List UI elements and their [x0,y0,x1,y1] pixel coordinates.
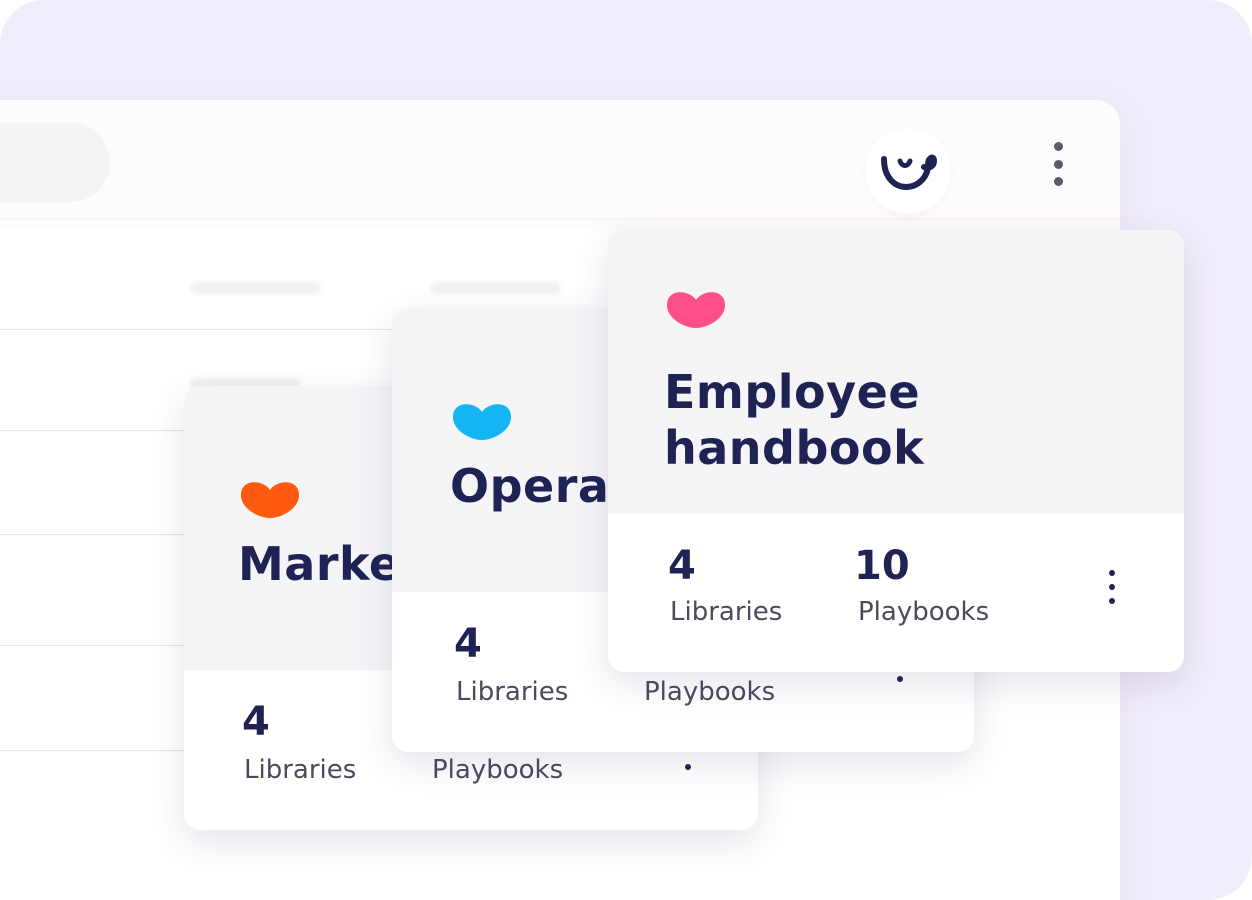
smiley-logo-icon [881,154,938,191]
search-bar[interactable] [0,122,110,202]
libraries-label: Libraries [244,755,357,785]
page-background: Marke 4 Libraries Playbooks Opera 4 Libr… [0,0,1252,900]
libraries-count: 4 [454,621,482,667]
card-title: Marke [238,537,401,591]
libraries-count: 4 [242,699,270,745]
libraries-count: 4 [668,543,696,589]
heart-icon [452,404,512,440]
libraries-label: Libraries [670,597,783,627]
column-header-placeholder [190,282,320,294]
menu-dot [1053,177,1063,186]
card-title: Opera [450,459,610,513]
libraries-label: Libraries [456,677,569,707]
menu-dot [1053,142,1063,151]
card-more-icon[interactable] [1108,570,1116,604]
menu-dot [1053,159,1063,169]
toolbar-divider [0,218,1120,220]
playbooks-label: Playbooks [644,677,776,707]
heart-icon [666,292,726,328]
column-header-placeholder [430,282,560,294]
avatar[interactable] [865,128,951,214]
more-menu-icon[interactable] [1052,142,1064,186]
playbooks-label: Playbooks [858,597,990,627]
playbooks-label: Playbooks [432,755,564,785]
heart-icon [240,482,300,518]
playbooks-count: 10 [854,543,910,589]
card-title: Employee handbook [664,365,925,475]
workspace-card-employee-handbook[interactable]: Employee handbook 4 Libraries 10 Playboo… [608,230,1184,672]
